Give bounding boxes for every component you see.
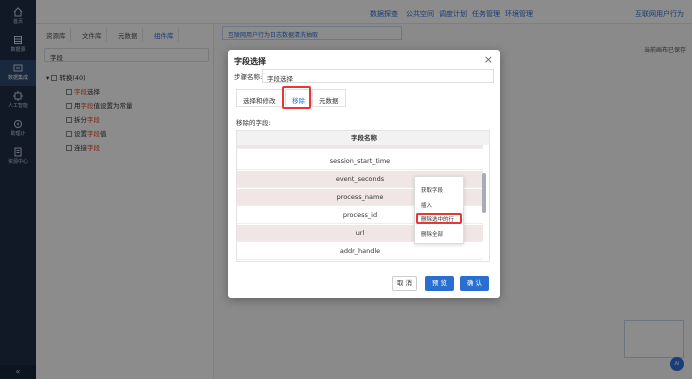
step-name-label: 步骤名称: <box>234 73 263 81</box>
ctx-insert[interactable]: 插入 <box>421 201 432 209</box>
scrollbar-thumb[interactable] <box>482 173 486 213</box>
remove-fields-label: 移除的字段: <box>236 119 271 127</box>
confirm-button[interactable]: 确 认 <box>460 276 489 291</box>
ctx-highlight-box <box>416 213 462 224</box>
table-row-partial <box>237 145 483 149</box>
ctx-delete-all[interactable]: 删除全部 <box>421 230 443 238</box>
tab-select-modify[interactable]: 选择和修改 <box>236 89 283 107</box>
context-menu: 获取字段 插入 删除选中的行 删除全部 <box>414 176 464 244</box>
field-select-dialog: 字段选择 × 步骤名称: 字段选择 选择和修改 移除 元数据 移除的字段: 字段… <box>228 50 500 298</box>
table-row[interactable]: session_start_time <box>237 153 483 170</box>
dialog-title: 字段选择 <box>234 57 266 66</box>
tab-remove-highlight <box>282 86 311 109</box>
close-icon[interactable]: × <box>484 53 493 66</box>
tab-metadata-dialog[interactable]: 元数据 <box>312 89 346 107</box>
table-row[interactable]: addr_handle <box>237 243 483 260</box>
cancel-button[interactable]: 取 消 <box>392 276 417 291</box>
preview-button[interactable]: 预 览 <box>425 276 454 291</box>
table-header: 字段名称 <box>237 131 489 145</box>
table-scrollbar[interactable] <box>482 145 487 261</box>
ctx-get-fields[interactable]: 获取字段 <box>421 186 443 194</box>
step-name-input[interactable]: 字段选择 <box>262 69 494 83</box>
